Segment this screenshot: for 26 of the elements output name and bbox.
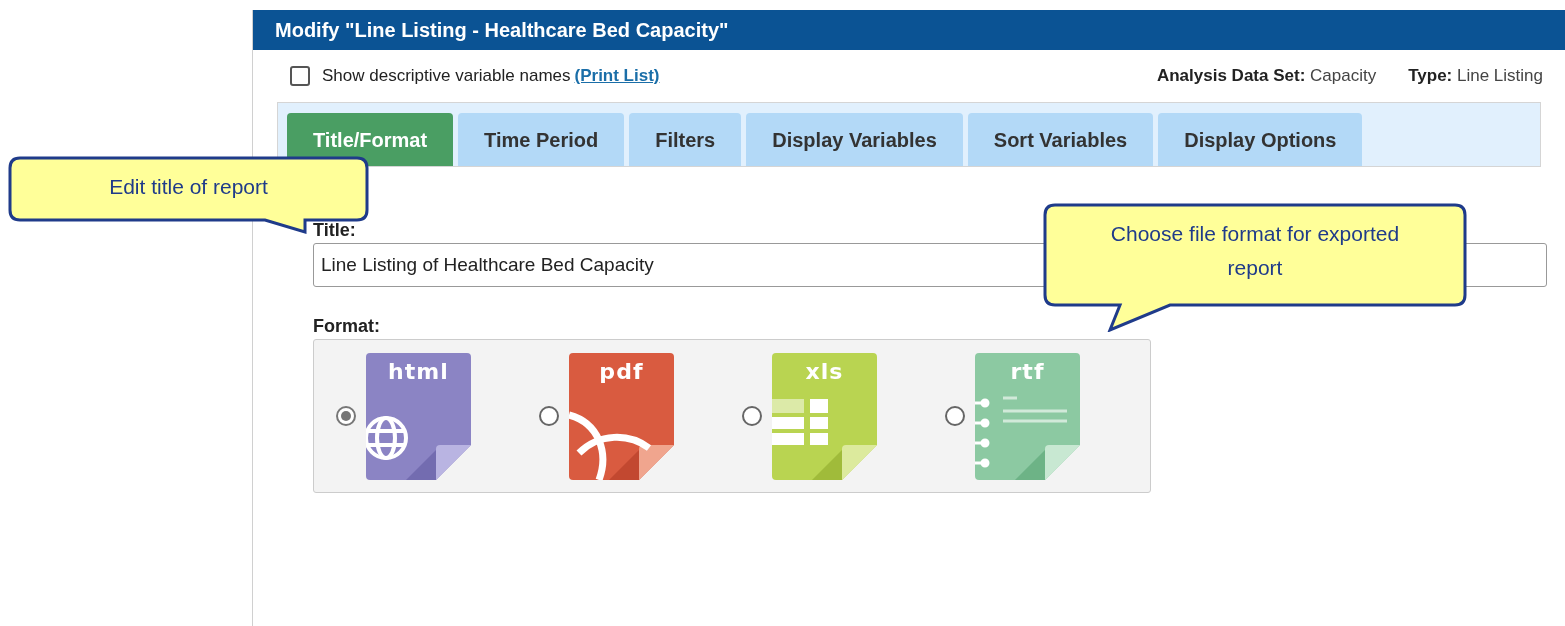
radio-button[interactable]: [539, 406, 559, 426]
tab[interactable]: Sort Variables: [967, 113, 1154, 166]
file-icon: [366, 352, 471, 480]
file-icon: [772, 352, 877, 480]
file-type-label: pdf: [598, 360, 645, 383]
info-text: Analysis Data Set: Capacity: [1156, 65, 1377, 88]
radio-button[interactable]: [336, 406, 356, 426]
file-icon: [569, 352, 674, 480]
print-list-link[interactable]: (Print List): [574, 63, 660, 89]
tab[interactable]: Filters: [629, 113, 742, 166]
radio-button[interactable]: [742, 406, 762, 426]
file-type-label: html: [386, 360, 450, 383]
tab[interactable]: Display Variables: [746, 113, 963, 166]
field-label: Format:: [313, 315, 380, 337]
tab[interactable]: Display Options: [1158, 113, 1363, 166]
callout-text: Edit title of report: [108, 174, 269, 200]
file-type-label: rtf: [1009, 360, 1046, 383]
file-icon: [975, 352, 1080, 480]
info-text: Type: Line Listing: [1408, 65, 1543, 88]
checkbox-label: Show descriptive variable names: [322, 65, 571, 88]
tab[interactable]: Time Period: [458, 113, 625, 166]
window-title: Modify "Line Listing - Healthcare Bed Capacity": [253, 10, 1565, 50]
radio-button[interactable]: [945, 406, 965, 426]
field-label: Title:: [313, 219, 356, 241]
checkbox[interactable]: [290, 66, 310, 86]
file-type-label: xls: [804, 360, 845, 383]
